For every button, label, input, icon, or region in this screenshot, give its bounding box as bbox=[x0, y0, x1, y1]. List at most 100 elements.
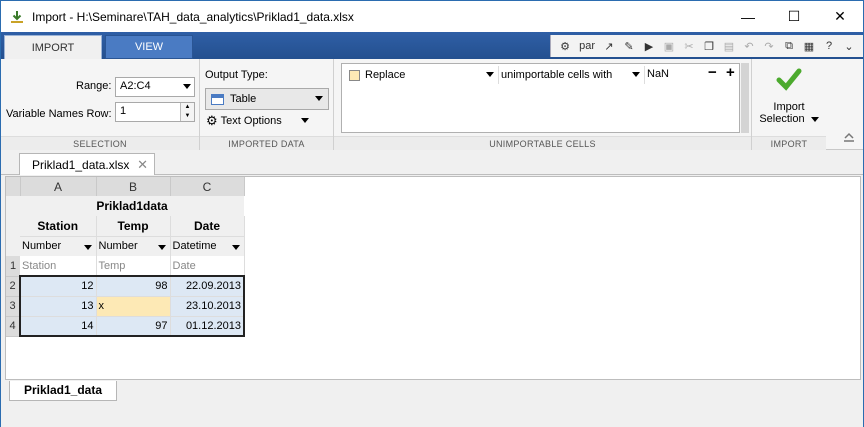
row-number[interactable]: 2 bbox=[6, 276, 20, 297]
copy-icon[interactable]: ❐ bbox=[699, 37, 719, 55]
undo-icon[interactable]: ↶ bbox=[739, 37, 759, 55]
unimportable-section-label: UNIMPORTABLE CELLS bbox=[334, 136, 751, 150]
table-row: 2 12 98 22.09.2013 bbox=[6, 275, 245, 297]
checkmark-icon bbox=[756, 65, 822, 95]
run-icon[interactable]: ▶ bbox=[639, 37, 659, 55]
var-name-c[interactable]: Date bbox=[170, 216, 245, 237]
type-dropdown-icon bbox=[157, 244, 166, 250]
type-dropdown-icon bbox=[231, 244, 240, 250]
var-type-b[interactable]: Number bbox=[96, 236, 171, 256]
table-name[interactable]: Priklad1data bbox=[20, 196, 244, 216]
file-tab-label: Priklad1_data.xlsx bbox=[32, 157, 130, 172]
rule-action-value: Replace bbox=[365, 69, 406, 81]
redo-icon[interactable]: ↷ bbox=[759, 37, 779, 55]
add-rule-button[interactable]: + bbox=[726, 64, 735, 81]
par-label[interactable]: par bbox=[575, 37, 599, 55]
rule-action-dropdown-icon bbox=[486, 72, 494, 77]
spreadsheet-grid: A B C Priklad1data Station Temp Date Num… bbox=[5, 176, 861, 380]
data-cell[interactable]: 13 bbox=[19, 296, 97, 317]
var-name-a[interactable]: Station bbox=[20, 216, 97, 237]
switch-windows-icon[interactable]: ⧉ bbox=[779, 37, 799, 55]
gear-icon: ⚙ bbox=[206, 113, 218, 128]
import-selection-button[interactable]: Import Selection bbox=[756, 65, 822, 129]
import-dropdown-icon[interactable] bbox=[810, 116, 819, 122]
data-cell[interactable]: 23.10.2013 bbox=[170, 296, 245, 317]
sheet-tab-bar: Priklad1_data bbox=[1, 381, 863, 427]
text-options-label: Text Options bbox=[220, 115, 282, 127]
varnames-input[interactable]: 1 ▲ ▼ bbox=[115, 102, 195, 122]
remove-rule-button[interactable]: − bbox=[708, 64, 717, 81]
tab-view[interactable]: VIEW bbox=[105, 35, 193, 59]
file-tab-bar: Priklad1_data.xlsx ✕ bbox=[1, 151, 863, 175]
var-type-row: Number Number Datetime bbox=[6, 236, 245, 256]
varnames-label: Variable Names Row: bbox=[6, 108, 112, 120]
data-cell[interactable]: Date bbox=[170, 256, 245, 277]
row-number[interactable]: 4 bbox=[6, 316, 20, 337]
data-cell[interactable]: 97 bbox=[96, 316, 171, 337]
var-name-b[interactable]: Temp bbox=[96, 216, 171, 237]
import-button-line2: Selection bbox=[756, 113, 822, 125]
import-section: Import Selection IMPORT bbox=[752, 59, 826, 150]
var-name-row: Station Temp Date bbox=[6, 216, 245, 237]
varnames-stepper[interactable]: ▲ ▼ bbox=[180, 103, 194, 121]
expand-icon[interactable]: ⌄ bbox=[839, 37, 859, 55]
maximize-button[interactable]: ☐ bbox=[771, 1, 817, 32]
sheet-table: A B C Priklad1data Station Temp Date Num… bbox=[6, 177, 245, 337]
tool-icon-1[interactable]: ⚙ bbox=[555, 37, 575, 55]
var-type-c[interactable]: Datetime bbox=[170, 236, 245, 256]
file-tab[interactable]: Priklad1_data.xlsx ✕ bbox=[19, 153, 155, 175]
replacement-value: NaN bbox=[647, 68, 670, 80]
data-cell[interactable]: 98 bbox=[96, 275, 171, 297]
type-dropdown-icon bbox=[83, 244, 92, 250]
replacement-value-input[interactable]: NaN bbox=[644, 66, 704, 84]
toolstrip-tab-bar: IMPORT VIEW ⚙ par ↗ ✎ ▶ ▣ ✂ ❐ ▤ ↶ ↷ ⧉ ▦ … bbox=[1, 32, 863, 59]
data-cell[interactable]: 14 bbox=[19, 316, 97, 337]
imported-data-section: Output Type: Table ⚙ Text Options IMPORT… bbox=[200, 59, 334, 150]
code-icon[interactable]: ✎ bbox=[619, 37, 639, 55]
data-cell[interactable]: 01.12.2013 bbox=[170, 316, 245, 337]
column-header-a[interactable]: A bbox=[20, 177, 97, 196]
output-type-dropdown[interactable]: Table bbox=[205, 88, 329, 110]
close-tab-icon[interactable]: ✕ bbox=[137, 157, 148, 173]
column-header-b[interactable]: B bbox=[96, 177, 171, 196]
data-cell[interactable]: 22.09.2013 bbox=[170, 275, 245, 297]
sheet-tab[interactable]: Priklad1_data bbox=[9, 381, 117, 401]
var-type-a[interactable]: Number bbox=[20, 236, 97, 256]
paste-icon[interactable]: ▤ bbox=[719, 37, 739, 55]
data-cell[interactable]: 12 bbox=[19, 275, 97, 297]
data-cell[interactable]: Temp bbox=[96, 256, 171, 277]
layout-icon[interactable]: ▦ bbox=[799, 37, 819, 55]
title-bar: Import - H:\Seminare\TAH_data_analytics\… bbox=[1, 1, 863, 32]
rule-action-dropdown[interactable]: Replace bbox=[344, 66, 497, 84]
output-type-label: Output Type: bbox=[205, 69, 268, 81]
row-number[interactable]: 1 bbox=[6, 256, 20, 277]
ribbon: Range: A2:C4 Variable Names Row: 1 ▲ ▼ SE… bbox=[1, 59, 863, 150]
unimportable-cell[interactable]: x bbox=[96, 296, 171, 317]
save-icon[interactable]: ▣ bbox=[659, 37, 679, 55]
data-cell[interactable]: Station bbox=[20, 256, 97, 277]
unimportable-rules-box: Replace unimportable cells with NaN − + bbox=[341, 63, 740, 133]
rule-condition-dropdown[interactable]: unimportable cells with bbox=[498, 66, 643, 84]
text-options-button[interactable]: ⚙ Text Options bbox=[205, 110, 309, 132]
column-header-c[interactable]: C bbox=[170, 177, 245, 196]
rules-scrollbar[interactable] bbox=[741, 63, 749, 133]
replace-swatch-icon bbox=[349, 69, 360, 81]
imported-data-section-label: IMPORTED DATA bbox=[200, 136, 333, 150]
minimize-button[interactable]: — bbox=[725, 1, 771, 32]
range-value: A2:C4 bbox=[120, 80, 151, 92]
help-icon[interactable]: ? bbox=[819, 37, 839, 55]
tab-import[interactable]: IMPORT bbox=[4, 35, 102, 59]
table-row: 4 14 97 01.12.2013 bbox=[6, 316, 245, 337]
publish-icon[interactable]: ↗ bbox=[599, 37, 619, 55]
close-button[interactable]: ✕ bbox=[817, 1, 863, 32]
collapse-ribbon-icon[interactable] bbox=[843, 131, 855, 142]
rule-condition-dropdown-icon bbox=[632, 72, 640, 77]
range-dropdown-icon[interactable] bbox=[183, 84, 191, 89]
cut-icon[interactable]: ✂ bbox=[679, 37, 699, 55]
range-input[interactable]: A2:C4 bbox=[115, 77, 195, 97]
output-type-dropdown-icon bbox=[315, 96, 323, 101]
table-name-row: Priklad1data bbox=[6, 196, 244, 216]
column-header-row: A B C bbox=[6, 177, 245, 196]
row-number[interactable]: 3 bbox=[6, 296, 20, 317]
table-row: 3 13 x 23.10.2013 bbox=[6, 296, 245, 317]
